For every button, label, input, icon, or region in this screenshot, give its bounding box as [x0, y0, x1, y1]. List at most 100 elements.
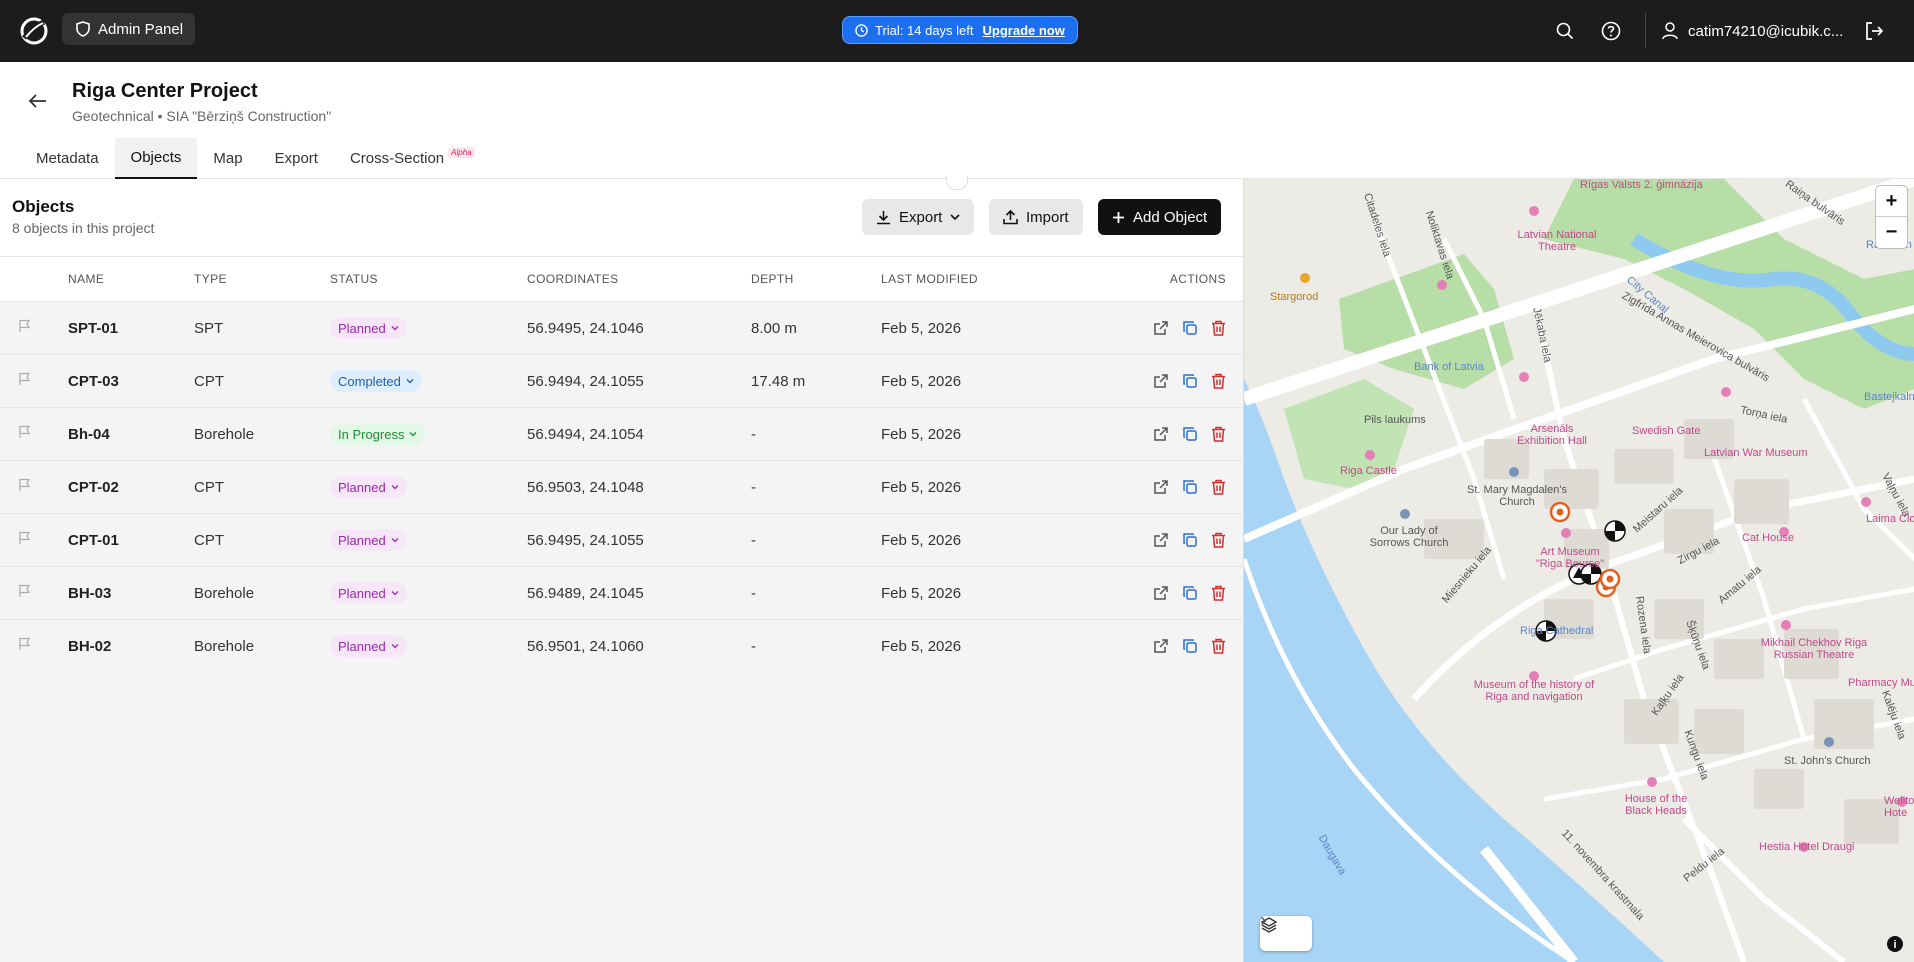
flag-icon[interactable] — [18, 584, 32, 598]
duplicate-icon[interactable] — [1182, 373, 1198, 389]
open-external-icon[interactable] — [1153, 320, 1169, 336]
object-name[interactable]: CPT-02 — [68, 461, 194, 514]
status-badge[interactable]: Planned — [330, 582, 407, 604]
duplicate-icon[interactable] — [1182, 532, 1198, 548]
delete-icon[interactable] — [1211, 373, 1226, 389]
table-row[interactable]: BH-03 Borehole Planned 56.9489, 24.1045 - Feb… — [0, 566, 1243, 620]
tab-label: Metadata — [36, 150, 99, 167]
help-icon[interactable] — [1598, 18, 1624, 44]
objects-count: 8 objects in this project — [12, 220, 155, 236]
duplicate-icon[interactable] — [1182, 479, 1198, 495]
object-name[interactable]: Bh-04 — [68, 408, 194, 461]
table-header-row: NAME TYPE STATUS COORDINATES DEPTH LAST … — [0, 256, 1243, 302]
tab-metadata[interactable]: Metadata — [20, 138, 115, 179]
search-icon[interactable] — [1552, 18, 1578, 44]
status-badge[interactable]: Planned — [330, 635, 407, 657]
tab-cross-section[interactable]: Cross-Section Alpha — [334, 138, 491, 179]
project-header: Riga Center Project Geotechnical • SIA "… — [0, 62, 1914, 179]
flag-icon[interactable] — [18, 425, 32, 439]
user-menu[interactable]: catim74210@icubik.c... — [1662, 18, 1843, 44]
user-email: catim74210@icubik.c... — [1688, 22, 1844, 40]
col-type[interactable]: TYPE — [194, 257, 330, 302]
status-badge[interactable]: In Progress — [330, 423, 426, 445]
col-name[interactable]: NAME — [68, 257, 194, 302]
add-object-button[interactable]: Add Object — [1098, 199, 1222, 235]
status-badge[interactable]: Planned — [330, 476, 407, 498]
status-badge[interactable]: Planned — [330, 529, 407, 551]
tab-label: Map — [213, 150, 243, 167]
delete-icon[interactable] — [1211, 479, 1226, 495]
zoom-in-button[interactable]: + — [1876, 186, 1907, 217]
app-logo-icon[interactable] — [19, 16, 49, 46]
object-name[interactable]: CPT-03 — [68, 355, 194, 408]
duplicate-icon[interactable] — [1182, 585, 1198, 601]
tab-label: Export — [274, 150, 318, 167]
delete-icon[interactable] — [1211, 585, 1226, 601]
map-label: Art Museum "Riga Bourse" — [1535, 546, 1605, 570]
flag-cell — [0, 461, 68, 514]
flag-icon[interactable] — [18, 319, 32, 333]
table-row[interactable]: CPT-03 CPT Completed 56.9494, 24.1055 17.48 … — [0, 354, 1243, 408]
flag-icon[interactable] — [18, 372, 32, 386]
status-cell: Completed — [330, 355, 527, 408]
flag-cell — [0, 355, 68, 408]
map-view[interactable]: i Rīgas Valsts 2. ģimnāzija Raiņa bulvār… — [1243, 179, 1914, 962]
delete-icon[interactable] — [1211, 532, 1226, 548]
duplicate-icon[interactable] — [1182, 426, 1198, 442]
collapse-handle[interactable] — [946, 176, 968, 190]
flag-cell — [0, 514, 68, 567]
table-row[interactable]: BH-02 Borehole Planned 56.9501, 24.1060 - Feb… — [0, 619, 1243, 673]
tab-export[interactable]: Export — [259, 138, 334, 179]
object-coordinates: 56.9501, 24.1060 — [527, 637, 644, 655]
back-arrow-icon[interactable] — [26, 92, 48, 110]
delete-icon[interactable] — [1211, 638, 1226, 654]
delete-icon[interactable] — [1211, 320, 1226, 336]
zoom-out-button[interactable]: − — [1876, 217, 1907, 248]
flag-icon[interactable] — [18, 637, 32, 651]
open-external-icon[interactable] — [1153, 373, 1169, 389]
object-name[interactable]: SPT-01 — [68, 302, 194, 355]
logout-icon[interactable] — [1861, 18, 1887, 44]
object-name[interactable]: BH-02 — [68, 620, 194, 673]
upgrade-link[interactable]: Upgrade now — [983, 23, 1065, 38]
flag-icon[interactable] — [18, 478, 32, 492]
row-actions — [1081, 638, 1243, 654]
table-row[interactable]: CPT-02 CPT Planned 56.9503, 24.1048 - Feb 5, … — [0, 460, 1243, 514]
tab-map[interactable]: Map — [197, 138, 258, 179]
col-depth[interactable]: DEPTH — [751, 257, 881, 302]
export-dropdown-button[interactable]: Export — [862, 199, 975, 235]
duplicate-icon[interactable] — [1182, 638, 1198, 654]
object-name[interactable]: BH-03 — [68, 567, 194, 620]
open-external-icon[interactable] — [1153, 638, 1169, 654]
map-label: Swedish Gate — [1632, 425, 1701, 437]
map-label: Stargorod — [1270, 291, 1319, 303]
tab-objects[interactable]: Objects — [114, 138, 198, 179]
table-row[interactable]: Bh-04 Borehole In Progress 56.9494, 24.1054… — [0, 407, 1243, 461]
flag-icon[interactable] — [18, 531, 32, 545]
object-depth: 17.48 m — [751, 372, 806, 390]
status-badge[interactable]: Planned — [330, 317, 407, 339]
object-coordinates: 56.9494, 24.1054 — [527, 425, 644, 443]
objects-table: NAME TYPE STATUS COORDINATES DEPTH LAST … — [0, 256, 1243, 726]
open-external-icon[interactable] — [1153, 532, 1169, 548]
object-depth: - — [751, 531, 756, 549]
admin-panel-button[interactable]: Admin Panel — [62, 13, 196, 45]
delete-icon[interactable] — [1211, 426, 1226, 442]
object-type: Borehole — [194, 584, 255, 602]
col-status[interactable]: STATUS — [330, 257, 527, 302]
layers-button[interactable] — [1260, 916, 1312, 951]
actions-cell — [1081, 461, 1243, 514]
import-button[interactable]: Import — [989, 199, 1083, 235]
open-external-icon[interactable] — [1153, 426, 1169, 442]
status-cell: Planned — [330, 302, 527, 355]
table-row[interactable]: SPT-01 SPT Planned 56.9495, 24.1046 8.00 m Fe… — [0, 301, 1243, 355]
col-coordinates[interactable]: COORDINATES — [527, 257, 751, 302]
col-last-modified[interactable]: LAST MODIFIED — [881, 257, 1081, 302]
object-name[interactable]: CPT-01 — [68, 514, 194, 567]
table-row[interactable]: CPT-01 CPT Planned 56.9495, 24.1055 - Feb 5, … — [0, 513, 1243, 567]
col-actions: ACTIONS — [1169, 272, 1226, 286]
open-external-icon[interactable] — [1153, 585, 1169, 601]
duplicate-icon[interactable] — [1182, 320, 1198, 336]
open-external-icon[interactable] — [1153, 479, 1169, 495]
status-badge[interactable]: Completed — [330, 370, 422, 392]
